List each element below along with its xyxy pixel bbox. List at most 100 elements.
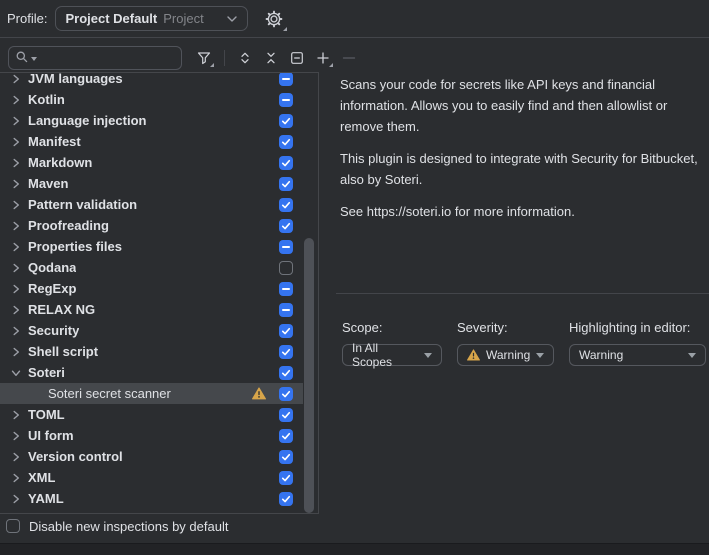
chevron-down-icon	[536, 353, 544, 358]
inspection-checkbox[interactable]	[279, 324, 293, 338]
inspection-checkbox[interactable]	[279, 114, 293, 128]
tree-row-proofreading[interactable]: Proofreading	[0, 215, 303, 236]
expand-all-icon[interactable]	[237, 50, 253, 66]
tree-row-manifest[interactable]: Manifest	[0, 131, 303, 152]
filter-icon[interactable]	[196, 50, 212, 66]
profile-dropdown[interactable]: Project Default Project	[55, 6, 248, 31]
inspection-checkbox[interactable]	[279, 366, 293, 380]
inspection-checkbox[interactable]	[279, 135, 293, 149]
inspection-checkbox[interactable]	[279, 282, 293, 296]
tree-row-toml[interactable]: TOML	[0, 404, 303, 425]
chevron-right-icon[interactable]	[8, 92, 24, 108]
chevron-right-icon[interactable]	[8, 449, 24, 465]
tree-row-relax-ng[interactable]: RELAX NG	[0, 299, 303, 320]
inspection-checkbox[interactable]	[279, 450, 293, 464]
severity-option: Severity: Warning	[457, 320, 554, 366]
tree-row-soteri[interactable]: Soteri	[0, 362, 303, 383]
tree-item-label: JVM languages	[28, 72, 123, 86]
chevron-right-icon[interactable]	[8, 176, 24, 192]
tree-item-label: Soteri secret scanner	[48, 386, 171, 401]
chevron-right-icon[interactable]	[8, 323, 24, 339]
inspection-checkbox[interactable]	[279, 429, 293, 443]
chevron-right-icon[interactable]	[8, 281, 24, 297]
inspection-checkbox[interactable]	[279, 156, 293, 170]
chevron-right-icon[interactable]	[8, 407, 24, 423]
inspection-checkbox[interactable]	[279, 261, 293, 275]
bottom-strip	[0, 543, 709, 555]
inspection-checkbox[interactable]	[279, 240, 293, 254]
collapse-all-icon[interactable]	[263, 50, 279, 66]
chevron-right-icon[interactable]	[8, 72, 24, 87]
tree-item-label: Security	[28, 323, 79, 338]
details-divider	[336, 293, 709, 294]
tree-item-label: Kotlin	[28, 92, 65, 107]
tree-row-maven[interactable]: Maven	[0, 173, 303, 194]
profile-dropdown-value: Project Default	[65, 11, 157, 26]
chevron-right-icon[interactable]	[8, 470, 24, 486]
scope-dropdown-value: In All Scopes	[352, 341, 418, 369]
chevron-right-icon[interactable]	[8, 134, 24, 150]
search-options-icon[interactable]	[31, 57, 37, 61]
inspection-checkbox[interactable]	[279, 72, 293, 86]
disable-new-inspections-option: Disable new inspections by default	[6, 517, 228, 535]
profile-label: Profile:	[7, 11, 47, 26]
gear-icon	[265, 16, 283, 31]
add-inspection-icon[interactable]	[315, 50, 331, 66]
tree-item-label: YAML	[28, 491, 64, 506]
scope-dropdown[interactable]: In All Scopes	[342, 344, 442, 366]
inspection-checkbox[interactable]	[279, 387, 293, 401]
tree-row-regexp[interactable]: RegExp	[0, 278, 303, 299]
disable-new-inspections-checkbox[interactable]	[6, 519, 20, 533]
tree-row-jvm-languages[interactable]: JVM languages	[0, 72, 303, 89]
inspection-checkbox[interactable]	[279, 345, 293, 359]
tree-row-version-control[interactable]: Version control	[0, 446, 303, 467]
inspection-checkbox[interactable]	[279, 219, 293, 233]
search-field[interactable]	[8, 46, 182, 70]
tree-row-qodana[interactable]: Qodana	[0, 257, 303, 278]
chevron-right-icon[interactable]	[8, 239, 24, 255]
tree-item-label: RELAX NG	[28, 302, 95, 317]
tree-row-ui-form[interactable]: UI form	[0, 425, 303, 446]
chevron-right-icon[interactable]	[8, 260, 24, 276]
chevron-right-icon[interactable]	[8, 113, 24, 129]
tree-item-label: RegExp	[28, 281, 76, 296]
tree-row-shell-script[interactable]: Shell script	[0, 341, 303, 362]
severity-dropdown-value: Warning	[486, 348, 530, 362]
tree-row-language-injection[interactable]: Language injection	[0, 110, 303, 131]
tree-scrollbar[interactable]	[304, 238, 314, 513]
tree-row-security[interactable]: Security	[0, 320, 303, 341]
tree-row-properties-files[interactable]: Properties files	[0, 236, 303, 257]
tree-row-xml[interactable]: XML	[0, 467, 303, 488]
inspection-checkbox[interactable]	[279, 492, 293, 506]
chevron-right-icon[interactable]	[8, 302, 24, 318]
inspection-checkbox[interactable]	[279, 93, 293, 107]
chevron-right-icon[interactable]	[8, 218, 24, 234]
severity-dropdown[interactable]: Warning	[457, 344, 554, 366]
disable-inspection-icon[interactable]	[289, 50, 305, 66]
inspection-checkbox[interactable]	[279, 303, 293, 317]
tree-row-pattern-validation[interactable]: Pattern validation	[0, 194, 303, 215]
chevron-right-icon[interactable]	[8, 491, 24, 507]
warning-icon	[467, 349, 480, 361]
inspection-checkbox[interactable]	[279, 471, 293, 485]
add-dropdown-indicator	[329, 63, 333, 67]
inspections-tree: JVM languages Kotlin Language injectionMan…	[0, 72, 319, 514]
tree-row-soteri-secret-scanner[interactable]: Soteri secret scanner	[0, 383, 303, 404]
tree-row-kotlin[interactable]: Kotlin	[0, 89, 303, 110]
inspection-checkbox[interactable]	[279, 177, 293, 191]
highlighting-dropdown[interactable]: Warning	[569, 344, 706, 366]
filter-dropdown-indicator	[210, 63, 214, 67]
search-input[interactable]	[38, 51, 176, 66]
chevron-right-icon[interactable]	[8, 344, 24, 360]
description-paragraph: See https://soteri.io for more informati…	[340, 201, 708, 222]
tree-row-yaml[interactable]: YAML	[0, 488, 303, 509]
inspection-checkbox[interactable]	[279, 198, 293, 212]
chevron-right-icon[interactable]	[8, 155, 24, 171]
chevron-down-icon[interactable]	[8, 365, 24, 381]
profile-settings-button[interactable]	[265, 10, 285, 30]
chevron-right-icon[interactable]	[8, 197, 24, 213]
inspection-checkbox[interactable]	[279, 408, 293, 422]
tree-item-label: Maven	[28, 176, 68, 191]
chevron-right-icon[interactable]	[8, 428, 24, 444]
tree-row-markdown[interactable]: Markdown	[0, 152, 303, 173]
